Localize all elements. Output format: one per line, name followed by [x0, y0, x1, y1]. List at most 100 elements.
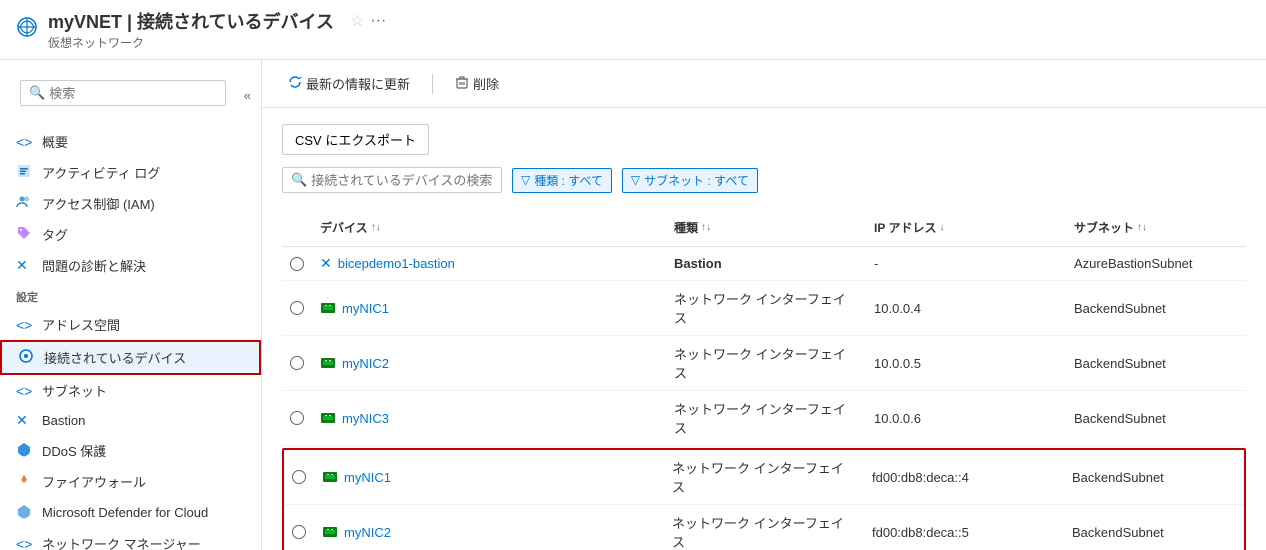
nic-icon: [320, 410, 336, 426]
select-cell[interactable]: [282, 391, 312, 445]
toolbar: 最新の情報に更新 削除: [262, 60, 1266, 108]
header-title-group: myVNET | 接続されているデバイス ☆ ··· 仮想ネットワーク: [48, 8, 386, 51]
subnet-filter-icon: ▽: [631, 173, 640, 187]
sidebar-item-connected-devices[interactable]: 接続されているデバイス: [0, 340, 261, 375]
sidebar-item-subnets[interactable]: <> サブネット: [0, 375, 261, 406]
sidebar-item-network-manager[interactable]: <> ネットワーク マネージャー: [0, 528, 261, 550]
type-filter-button[interactable]: ▽ 種類 : すべて: [512, 168, 612, 193]
delete-icon: [455, 75, 469, 92]
table-row: myNIC2 ネットワーク インターフェイス fd00:db8:deca::5 …: [284, 505, 1244, 550]
table-header: デバイス ↑↓ 種類 ↑↓ IP アドレス ↓ サブネット ↑↓: [282, 209, 1246, 247]
subnet-filter-button[interactable]: ▽ サブネット : すべて: [622, 168, 758, 193]
sidebar-item-label: Microsoft Defender for Cloud: [42, 505, 208, 520]
sidebar-search-box[interactable]: 🔍: [20, 80, 226, 106]
col-device[interactable]: デバイス ↑↓: [312, 215, 666, 240]
settings-section-label: 設定: [0, 281, 261, 309]
row-radio[interactable]: [290, 356, 304, 370]
col-type[interactable]: 種類 ↑↓: [666, 215, 866, 240]
col-ip[interactable]: IP アドレス ↓: [866, 215, 1066, 240]
firewall-icon: [16, 472, 34, 491]
sidebar-item-ddos[interactable]: DDoS 保護: [0, 435, 261, 466]
bastion-device-icon: ✕: [320, 255, 332, 272]
sidebar-collapse-icon[interactable]: «: [244, 88, 251, 103]
sidebar-item-bastion[interactable]: ✕ Bastion: [0, 406, 261, 435]
device-cell: myNIC2: [314, 505, 664, 550]
ip-cell: 10.0.0.4: [866, 281, 1066, 335]
more-options-icon[interactable]: ···: [370, 12, 386, 30]
select-cell[interactable]: [282, 247, 312, 280]
select-cell[interactable]: [282, 336, 312, 390]
sidebar-item-label: ネットワーク マネージャー: [42, 534, 201, 550]
device-cell: ✕ bicepdemo1-bastion: [312, 247, 666, 280]
row-radio[interactable]: [290, 257, 304, 271]
table-row: myNIC1 ネットワーク インターフェイス 10.0.0.4 BackendS…: [282, 281, 1246, 336]
main-content: 最新の情報に更新 削除 CSV にエクスポート 🔍 ▽ 種類 : すべて: [262, 60, 1266, 550]
subnet-sort-icon: ↑↓: [1137, 222, 1147, 233]
type-cell: ネットワーク インターフェイス: [666, 281, 866, 335]
content-area: CSV にエクスポート 🔍 ▽ 種類 : すべて ▽ サブネット : すべて: [262, 108, 1266, 550]
sidebar-item-overview[interactable]: <> 概要: [0, 126, 261, 157]
activity-log-icon: [16, 163, 34, 182]
favorite-icon[interactable]: ☆: [350, 11, 364, 31]
sidebar-item-address-space[interactable]: <> アドレス空間: [0, 309, 261, 340]
device-link[interactable]: myNIC1: [344, 470, 391, 485]
tags-icon: [16, 225, 34, 244]
sidebar-item-access-control[interactable]: アクセス制御 (IAM): [0, 188, 261, 219]
sidebar-item-diagnose[interactable]: ✕ 問題の診断と解決: [0, 250, 261, 281]
highlighted-rows-group: myNIC1 ネットワーク インターフェイス fd00:db8:deca::4 …: [282, 448, 1246, 550]
device-link[interactable]: myNIC1: [342, 301, 389, 316]
sidebar-search-input[interactable]: [49, 86, 217, 101]
export-csv-button[interactable]: CSV にエクスポート: [282, 124, 429, 155]
select-cell[interactable]: [284, 505, 314, 550]
subnet-cell: BackendSubnet: [1066, 391, 1246, 445]
device-link[interactable]: bicepdemo1-bastion: [338, 256, 455, 271]
row-radio[interactable]: [290, 301, 304, 315]
defender-icon: [16, 503, 34, 522]
subnet-cell: BackendSubnet: [1064, 450, 1244, 504]
type-filter-icon: ▽: [521, 173, 530, 187]
nic-icon: [320, 355, 336, 371]
row-radio[interactable]: [290, 411, 304, 425]
row-radio[interactable]: [292, 470, 306, 484]
ddos-icon: [16, 441, 34, 460]
ip-cell: -: [866, 247, 1066, 280]
device-cell: myNIC1: [314, 450, 664, 504]
sidebar-item-activity-log[interactable]: アクティビティ ログ: [0, 157, 261, 188]
col-subnet[interactable]: サブネット ↑↓: [1066, 215, 1246, 240]
sidebar-item-label: DDoS 保護: [42, 441, 106, 460]
row-radio[interactable]: [292, 525, 306, 539]
sidebar-item-label: アドレス空間: [42, 315, 120, 334]
diagnose-icon: ✕: [16, 257, 34, 274]
page-subtitle: 仮想ネットワーク: [48, 34, 386, 51]
table-row: myNIC3 ネットワーク インターフェイス 10.0.0.6 BackendS…: [282, 391, 1246, 446]
connected-devices-icon: [18, 348, 36, 367]
device-link[interactable]: myNIC2: [344, 525, 391, 540]
select-cell[interactable]: [284, 450, 314, 504]
sidebar-item-firewall[interactable]: ファイアウォール: [0, 466, 261, 497]
subnet-cell: AzureBastionSubnet: [1066, 247, 1246, 280]
select-cell[interactable]: [282, 281, 312, 335]
nic-icon: [322, 469, 338, 485]
type-filter-label: 種類 : すべて: [534, 172, 603, 189]
sidebar-item-label: アクティビティ ログ: [42, 163, 160, 182]
device-search-box[interactable]: 🔍: [282, 167, 502, 193]
device-link[interactable]: myNIC3: [342, 411, 389, 426]
sidebar-item-tags[interactable]: タグ: [0, 219, 261, 250]
sidebar-item-defender[interactable]: Microsoft Defender for Cloud: [0, 497, 261, 528]
device-sort-icon: ↑↓: [371, 222, 381, 233]
refresh-icon: [288, 75, 302, 92]
type-cell: ネットワーク インターフェイス: [664, 505, 864, 550]
delete-label: 削除: [473, 74, 499, 93]
subnet-filter-label: サブネット : すべて: [644, 172, 749, 189]
device-cell: myNIC2: [312, 336, 666, 390]
sidebar-item-label: ファイアウォール: [42, 472, 146, 491]
type-cell: ネットワーク インターフェイス: [666, 336, 866, 390]
subnet-cell: BackendSubnet: [1064, 505, 1244, 550]
table-row: myNIC2 ネットワーク インターフェイス 10.0.0.5 BackendS…: [282, 336, 1246, 391]
refresh-button[interactable]: 最新の情報に更新: [282, 70, 416, 97]
device-link[interactable]: myNIC2: [342, 356, 389, 371]
ip-cell: fd00:db8:deca::4: [864, 450, 1064, 504]
delete-button[interactable]: 削除: [449, 70, 505, 97]
device-search-input[interactable]: [311, 173, 493, 188]
overview-icon: <>: [16, 134, 34, 150]
